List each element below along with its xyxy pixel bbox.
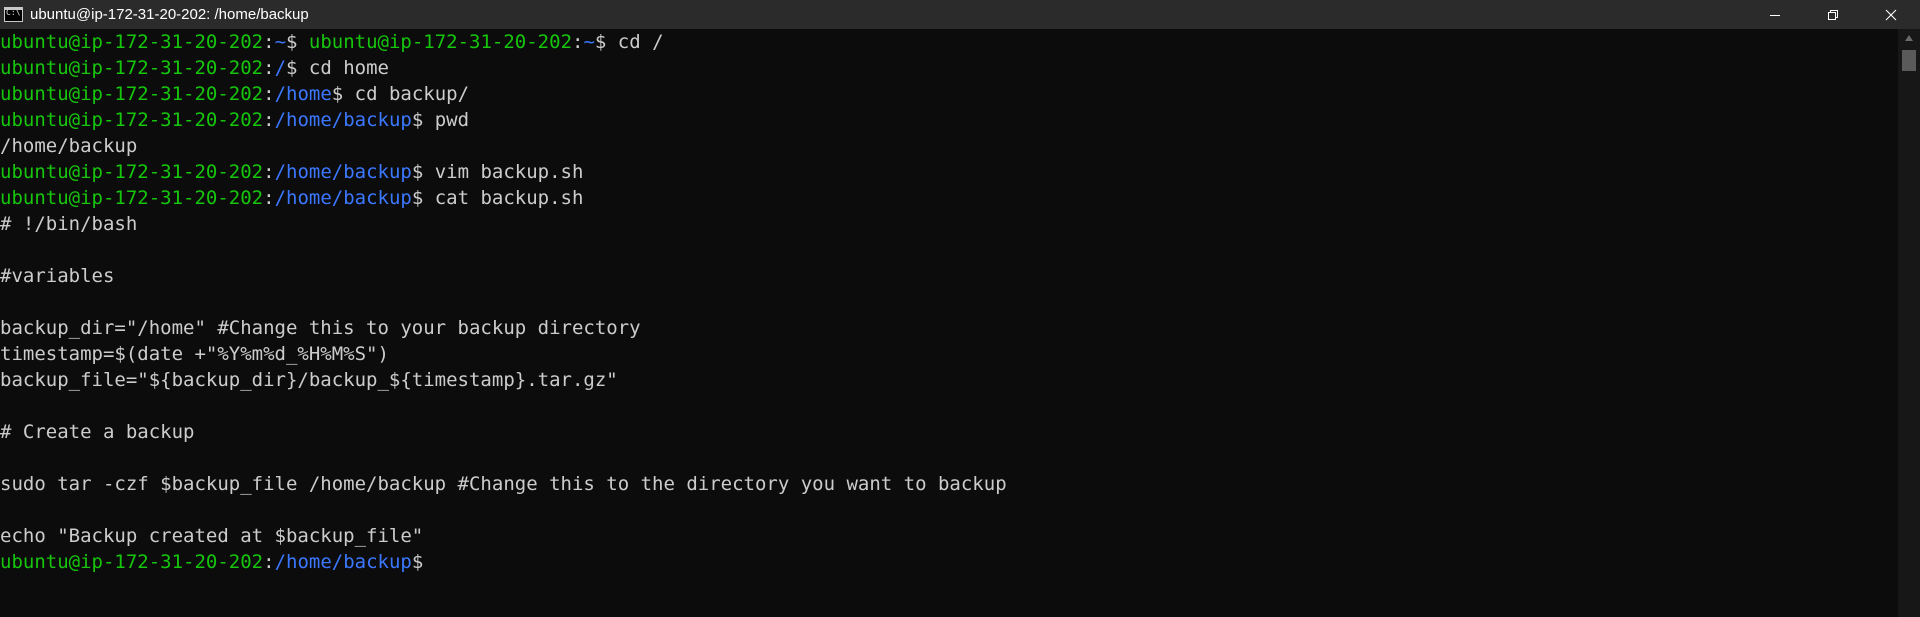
terminal-line: ubuntu@ip-172-31-20-202:/home/backup$ pw… bbox=[0, 107, 1898, 133]
terminal-text: #variables bbox=[0, 265, 115, 287]
minimize-button[interactable] bbox=[1746, 0, 1804, 29]
terminal-line: echo "Backup created at $backup_file" bbox=[0, 523, 1898, 549]
terminal-line: ubuntu@ip-172-31-20-202:/home/backup$ ca… bbox=[0, 185, 1898, 211]
terminal-line: backup_file="${backup_dir}/backup_${time… bbox=[0, 367, 1898, 393]
vertical-scrollbar[interactable] bbox=[1898, 29, 1920, 617]
terminal-text: $ cat backup.sh bbox=[411, 187, 584, 209]
title-bar[interactable]: ubuntu@ip-172-31-20-202: /home/backup bbox=[0, 0, 1920, 29]
terminal-line: # !/bin/bash bbox=[0, 211, 1898, 237]
terminal-output[interactable]: ubuntu@ip-172-31-20-202:~$ ubuntu@ip-172… bbox=[0, 29, 1898, 617]
terminal-text: $ bbox=[411, 551, 424, 573]
close-button[interactable] bbox=[1862, 0, 1920, 29]
terminal-text: backup_dir="/home" #Change this to your … bbox=[0, 317, 641, 339]
window-title: ubuntu@ip-172-31-20-202: /home/backup bbox=[30, 6, 309, 23]
terminal-text: : bbox=[572, 31, 584, 53]
minimize-icon bbox=[1770, 14, 1780, 16]
terminal-text: $ bbox=[286, 31, 309, 53]
terminal-text: $ cd / bbox=[594, 31, 664, 53]
prompt-path: /home bbox=[274, 83, 332, 105]
cmd-terminal-icon[interactable] bbox=[4, 7, 23, 22]
terminal-window: ubuntu@ip-172-31-20-202: /home/backup bbox=[0, 0, 1920, 617]
prompt-path: ~ bbox=[583, 31, 595, 53]
terminal-text: # Create a backup bbox=[0, 421, 195, 443]
close-icon bbox=[1885, 9, 1897, 20]
terminal-text: : bbox=[263, 109, 275, 131]
terminal-text: # !/bin/bash bbox=[0, 213, 138, 235]
terminal-line: ubuntu@ip-172-31-20-202:/$ cd home bbox=[0, 55, 1898, 81]
chevron-up-icon bbox=[1905, 35, 1913, 41]
prompt-path: /home/backup bbox=[274, 109, 412, 131]
terminal-text: echo "Backup created at $backup_file" bbox=[0, 525, 424, 547]
terminal-line: ubuntu@ip-172-31-20-202:/home/backup$ bbox=[0, 549, 1898, 575]
prompt-path: ~ bbox=[274, 31, 287, 53]
prompt-user-host: ubuntu@ip-172-31-20-202 bbox=[0, 57, 264, 79]
terminal-text: $ cd home bbox=[286, 57, 389, 79]
terminal-line: ubuntu@ip-172-31-20-202:/home$ cd backup… bbox=[0, 81, 1898, 107]
terminal-line: # Create a backup bbox=[0, 419, 1898, 445]
prompt-user-host: ubuntu@ip-172-31-20-202 bbox=[0, 551, 264, 573]
terminal-line: #variables bbox=[0, 263, 1898, 289]
terminal-text: : bbox=[263, 83, 275, 105]
terminal-line: /home/backup bbox=[0, 133, 1898, 159]
terminal-text: : bbox=[263, 57, 275, 79]
terminal-text: /home/backup bbox=[0, 135, 138, 157]
terminal-text: : bbox=[263, 187, 275, 209]
terminal-text: $ vim backup.sh bbox=[411, 161, 584, 183]
window-controls bbox=[1746, 0, 1920, 29]
prompt-user-host: ubuntu@ip-172-31-20-202 bbox=[0, 187, 264, 209]
prompt-path: /home/backup bbox=[274, 187, 412, 209]
restore-button[interactable] bbox=[1804, 0, 1862, 29]
terminal-text: $ cd backup/ bbox=[331, 83, 470, 105]
restore-icon bbox=[1828, 9, 1838, 20]
terminal-line: ubuntu@ip-172-31-20-202:~$ ubuntu@ip-172… bbox=[0, 29, 1898, 55]
scroll-up-button[interactable] bbox=[1898, 29, 1920, 47]
terminal-text: sudo tar -czf $backup_file /home/backup … bbox=[0, 473, 1007, 495]
terminal-line: timestamp=$(date +"%Y%m%d_%H%M%S") bbox=[0, 341, 1898, 367]
prompt-path: /home/backup bbox=[274, 161, 412, 183]
prompt-user-host: ubuntu@ip-172-31-20-202 bbox=[308, 31, 573, 53]
terminal-text: timestamp=$(date +"%Y%m%d_%H%M%S") bbox=[0, 343, 389, 365]
prompt-path: /home/backup bbox=[274, 551, 412, 573]
prompt-user-host: ubuntu@ip-172-31-20-202 bbox=[0, 31, 264, 53]
terminal-text: : bbox=[263, 161, 275, 183]
terminal-line: ubuntu@ip-172-31-20-202:/home/backup$ vi… bbox=[0, 159, 1898, 185]
prompt-user-host: ubuntu@ip-172-31-20-202 bbox=[0, 161, 264, 183]
scrollbar-thumb[interactable] bbox=[1902, 50, 1916, 71]
terminal-line: backup_dir="/home" #Change this to your … bbox=[0, 315, 1898, 341]
prompt-user-host: ubuntu@ip-172-31-20-202 bbox=[0, 83, 264, 105]
terminal-line: sudo tar -czf $backup_file /home/backup … bbox=[0, 471, 1898, 497]
prompt-path: / bbox=[274, 57, 287, 79]
terminal-text: : bbox=[263, 31, 275, 53]
terminal-text: $ pwd bbox=[411, 109, 470, 131]
terminal-text: backup_file="${backup_dir}/backup_${time… bbox=[0, 369, 618, 391]
terminal-text: : bbox=[263, 551, 275, 573]
prompt-user-host: ubuntu@ip-172-31-20-202 bbox=[0, 109, 264, 131]
